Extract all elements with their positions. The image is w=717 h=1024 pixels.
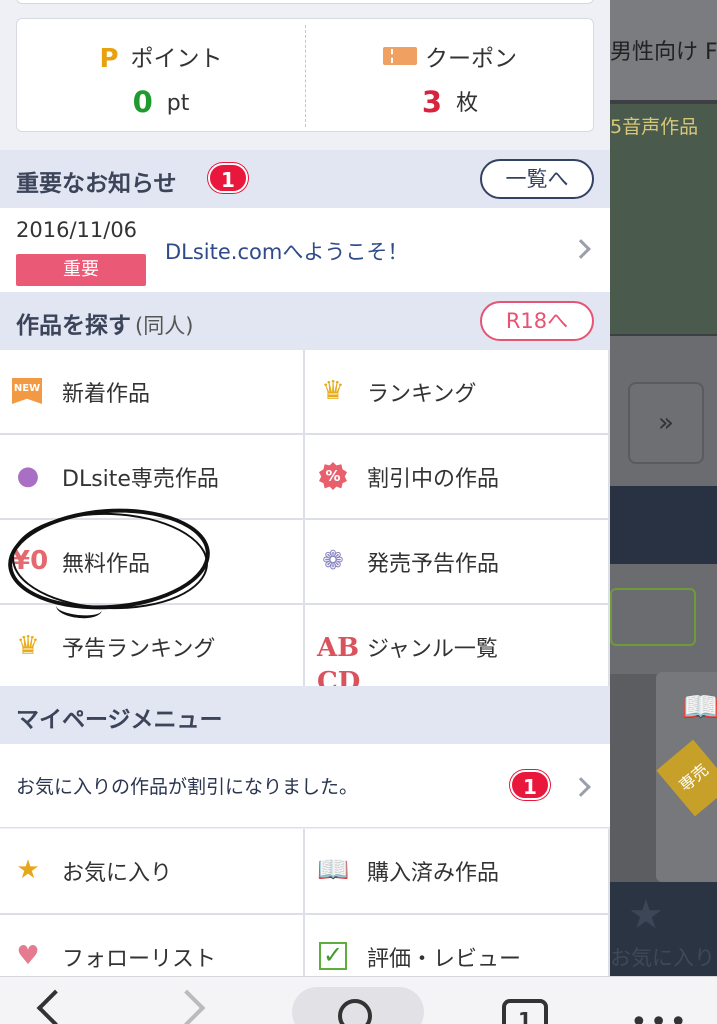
explore-item-discount[interactable]: % 割引中の作品 (305, 435, 608, 518)
favorite-discount-notice[interactable]: お気に入りの作品が割引になりました。 1 (0, 744, 610, 828)
mypage-item-follow[interactable]: ♥ フォローリスト (0, 915, 303, 976)
explore-subtitle: (同人) (135, 314, 194, 338)
explore-item-label: 新着作品 (62, 382, 151, 407)
zero-yen-icon: ¥0 (12, 546, 49, 576)
bg-banner-title: 5音声作品 (610, 116, 699, 138)
mypage-item-label: 購入済み作品 (367, 861, 500, 886)
coupon-section[interactable]: クーポン 3枚 (306, 19, 594, 133)
explore-item-label: 割引中の作品 (367, 467, 500, 492)
sprout-icon: ❁ (322, 546, 344, 576)
notice-item[interactable]: 2016/11/06 重要 DLsite.comへようこそ！ (0, 208, 610, 292)
search-button[interactable] (292, 987, 424, 1024)
chevron-right-icon (571, 239, 591, 259)
mypage-item-label: 評価・レビュー (367, 947, 522, 972)
explore-item-label: ジャンル一覧 (367, 637, 498, 662)
explore-item-label: ランキング (367, 382, 477, 407)
notices-title: 重要なお知らせ (16, 171, 177, 197)
explore-item-free[interactable]: ¥0 無料作品 (0, 520, 303, 603)
explore-grid: NEW 新着作品 ♛ ランキング ● DLsite専売作品 % 割引中の作品 ¥… (0, 350, 610, 697)
forward-arrow-icon[interactable] (168, 989, 206, 1024)
browser-toolbar: 1 ••• (0, 976, 717, 1024)
explore-item-new[interactable]: NEW 新着作品 (0, 350, 303, 433)
crown-icon: ♛ (16, 631, 40, 661)
more-icon[interactable]: ••• (630, 1008, 689, 1024)
point-value: 0 (132, 85, 153, 119)
coupon-unit: 枚 (456, 91, 479, 116)
star-icon: ★ (16, 855, 40, 885)
bg-next-button: » (628, 382, 704, 464)
star-icon: ★ (628, 892, 664, 938)
point-icon: P (99, 44, 119, 74)
side-drawer: P ポイント 0 pt クーポン 3枚 重要なお知らせ 1 一覧へ 2016/11/… (0, 0, 610, 976)
crown-icon: ♛ (321, 376, 345, 406)
bg-band (610, 486, 717, 564)
search-icon (338, 999, 372, 1024)
notice-date: 2016/11/06 (16, 218, 138, 242)
bg-favorite-label: お気に入り (610, 946, 715, 970)
explore-item-upcoming[interactable]: ❁ 発売予告作品 (305, 520, 608, 603)
bg-green-box (610, 588, 696, 646)
coupon-value: 3 (421, 85, 443, 119)
top-card-edge (16, 0, 594, 4)
explore-item-exclusive[interactable]: ● DLsite専売作品 (0, 435, 303, 518)
book-icon: 📖 (317, 855, 350, 885)
tabs-button[interactable]: 1 (502, 999, 548, 1024)
notices-header: 重要なお知らせ 1 一覧へ (0, 150, 610, 208)
mypage-item-reviews[interactable]: ✓ 評価・レビュー (305, 915, 608, 976)
explore-header: 作品を探す (同人) R18へ (0, 292, 610, 350)
mypage-item-purchased[interactable]: 📖 購入済み作品 (305, 829, 608, 913)
favorite-discount-text: お気に入りの作品が割引になりました。 (16, 776, 359, 798)
points-card: P ポイント 0 pt クーポン 3枚 (16, 18, 594, 132)
mypage-title: マイページメニュー (16, 707, 223, 733)
points-section[interactable]: P ポイント 0 pt (17, 19, 305, 133)
coupon-icon (383, 47, 417, 65)
discount-icon: % (319, 462, 347, 490)
mypage-header: マイページメニュー (0, 686, 610, 744)
mypage-grid: ★ お気に入り 📖 購入済み作品 ♥ フォローリスト ✓ 評価・レビュー (0, 829, 610, 976)
explore-item-ranking[interactable]: ♛ ランキング (305, 350, 608, 433)
explore-item-label: DLsite専売作品 (62, 467, 219, 492)
back-arrow-icon[interactable] (36, 989, 74, 1024)
notice-count-badge: 1 (208, 163, 248, 193)
mypage-item-favorites[interactable]: ★ お気に入り (0, 829, 303, 913)
explore-item-label: 予告ランキング (62, 637, 216, 662)
bg-tab-label: 男性向け F (610, 40, 717, 65)
notices-list-button[interactable]: 一覧へ (480, 159, 594, 199)
mypage-item-label: お気に入り (62, 861, 173, 886)
explore-item-genres[interactable]: AB CD ジャンル一覧 (305, 605, 608, 697)
notice-tag: 重要 (16, 254, 146, 286)
book-icon: 📖 (682, 690, 717, 725)
explore-item-upcoming-ranking[interactable]: ♛ 予告ランキング (0, 605, 303, 688)
coupon-label: クーポン (425, 46, 517, 72)
point-label: ポイント (130, 46, 223, 72)
chevron-right-icon (571, 777, 591, 797)
abcd-icon: AB CD (317, 633, 361, 697)
notice-text: DLsite.comへようこそ！ (165, 240, 409, 264)
explore-item-label: 無料作品 (62, 552, 151, 577)
explore-item-label: 発売予告作品 (367, 552, 500, 577)
favorite-discount-badge: 1 (510, 770, 550, 800)
point-unit: pt (166, 91, 190, 116)
new-icon: NEW (12, 378, 42, 404)
mypage-item-label: フォローリスト (62, 947, 217, 972)
heart-icon: ♥ (16, 941, 40, 971)
explore-title: 作品を探す (16, 313, 131, 339)
r18-button[interactable]: R18へ (480, 301, 594, 341)
pin-icon: ● (16, 461, 40, 491)
background-page: 男性向け F 5音声作品 » 📖 専売 ★ お気に入り (610, 0, 717, 1024)
check-icon: ✓ (319, 942, 347, 970)
